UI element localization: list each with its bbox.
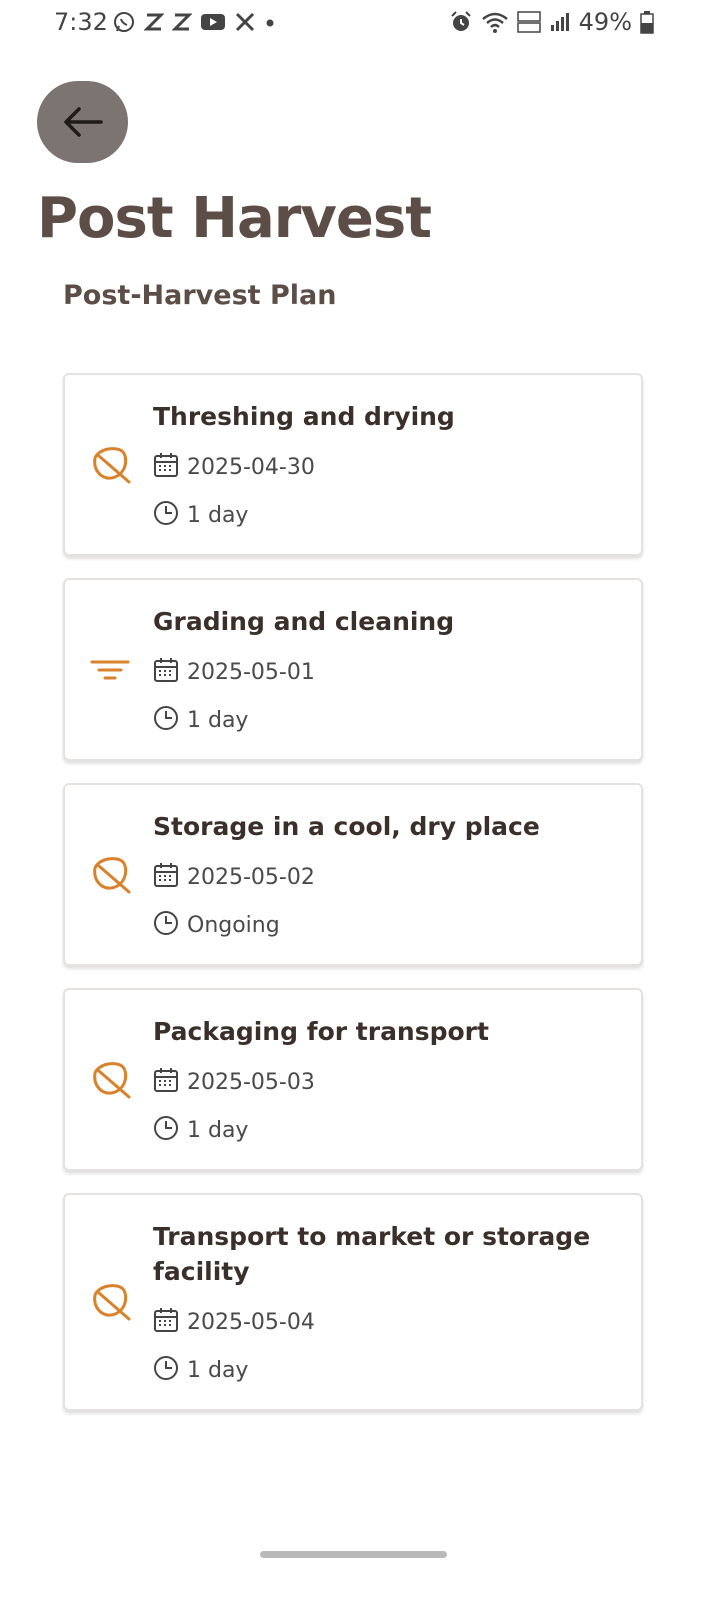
task-duration: 1 day <box>187 707 249 733</box>
task-date: 2025-05-03 <box>187 1069 315 1095</box>
system-icons: 49% <box>449 8 654 36</box>
page-title: Post Harvest <box>37 186 432 251</box>
section-title: Post-Harvest Plan <box>63 280 337 311</box>
task-date-row: 2025-05-03 <box>153 1063 621 1097</box>
x-icon <box>235 12 255 32</box>
home-indicator[interactable] <box>260 1551 447 1558</box>
calendar-icon <box>154 863 178 887</box>
clock-icon <box>154 501 178 525</box>
calendar-icon <box>154 453 178 477</box>
alarm-icon <box>450 11 471 31</box>
task-date: 2025-04-30 <box>187 454 315 480</box>
calendar-icon <box>154 1308 178 1332</box>
task-duration: Ongoing <box>187 912 280 938</box>
z-icon <box>172 13 192 31</box>
leaf-icon <box>93 1284 131 1321</box>
task-date: 2025-05-02 <box>187 864 315 890</box>
clock-icon <box>154 1116 178 1140</box>
task-duration: 1 day <box>187 1357 249 1383</box>
whatsapp-icon <box>114 12 134 32</box>
filter-icon <box>90 660 130 679</box>
wifi-icon <box>481 12 508 33</box>
status-time: 7:32 <box>54 8 108 36</box>
task-duration-row: 1 day <box>153 1351 621 1385</box>
arrow-left-icon <box>63 107 103 137</box>
task-title: Packaging for transport <box>153 1017 489 1046</box>
task-title: Transport to market or storage facility <box>153 1222 591 1286</box>
task-title: Storage in a cool, dry place <box>153 812 540 841</box>
task-date-row: 2025-05-04 <box>153 1303 621 1337</box>
clock-icon <box>154 1356 178 1380</box>
task-date-row: 2025-05-02 <box>153 858 621 892</box>
task-card-packaging[interactable]: Packaging for transport 2025-05-03 1 day <box>63 988 643 1171</box>
task-card-grading[interactable]: Grading and cleaning 2025-05-01 1 day <box>63 578 643 761</box>
task-list: Threshing and drying 2025-04-30 1 day Gr… <box>63 373 643 1433</box>
task-duration: 1 day <box>187 502 249 528</box>
signal-icon <box>550 13 569 31</box>
task-title: Threshing and drying <box>153 402 455 431</box>
task-card-transport[interactable]: Transport to market or storage facility … <box>63 1193 643 1411</box>
clock-icon <box>154 706 178 730</box>
task-duration-row: Ongoing <box>153 906 621 940</box>
z-icon <box>144 13 164 31</box>
battery-level: 49% <box>578 8 632 36</box>
task-duration: 1 day <box>187 1117 249 1143</box>
volte-icon <box>516 11 541 33</box>
battery-icon <box>640 11 654 34</box>
status-bar: 7:32 49% <box>0 0 720 46</box>
clock-icon <box>154 911 178 935</box>
task-date-row: 2025-04-30 <box>153 448 621 482</box>
leaf-icon <box>93 856 131 893</box>
back-button[interactable] <box>37 81 128 163</box>
notification-icons <box>112 10 276 34</box>
task-date: 2025-05-04 <box>187 1309 315 1335</box>
task-date: 2025-05-01 <box>187 659 315 685</box>
task-date-row: 2025-05-01 <box>153 653 621 687</box>
leaf-icon <box>93 446 131 483</box>
task-card-storage[interactable]: Storage in a cool, dry place 2025-05-02 … <box>63 783 643 966</box>
task-duration-row: 1 day <box>153 1111 621 1145</box>
task-title: Grading and cleaning <box>153 607 455 636</box>
dot-icon <box>266 19 274 27</box>
calendar-icon <box>154 658 178 682</box>
task-card-threshing[interactable]: Threshing and drying 2025-04-30 1 day <box>63 373 643 556</box>
task-duration-row: 1 day <box>153 496 621 530</box>
task-duration-row: 1 day <box>153 701 621 735</box>
leaf-icon <box>93 1061 131 1098</box>
calendar-icon <box>154 1068 178 1092</box>
youtube-icon <box>201 14 225 30</box>
